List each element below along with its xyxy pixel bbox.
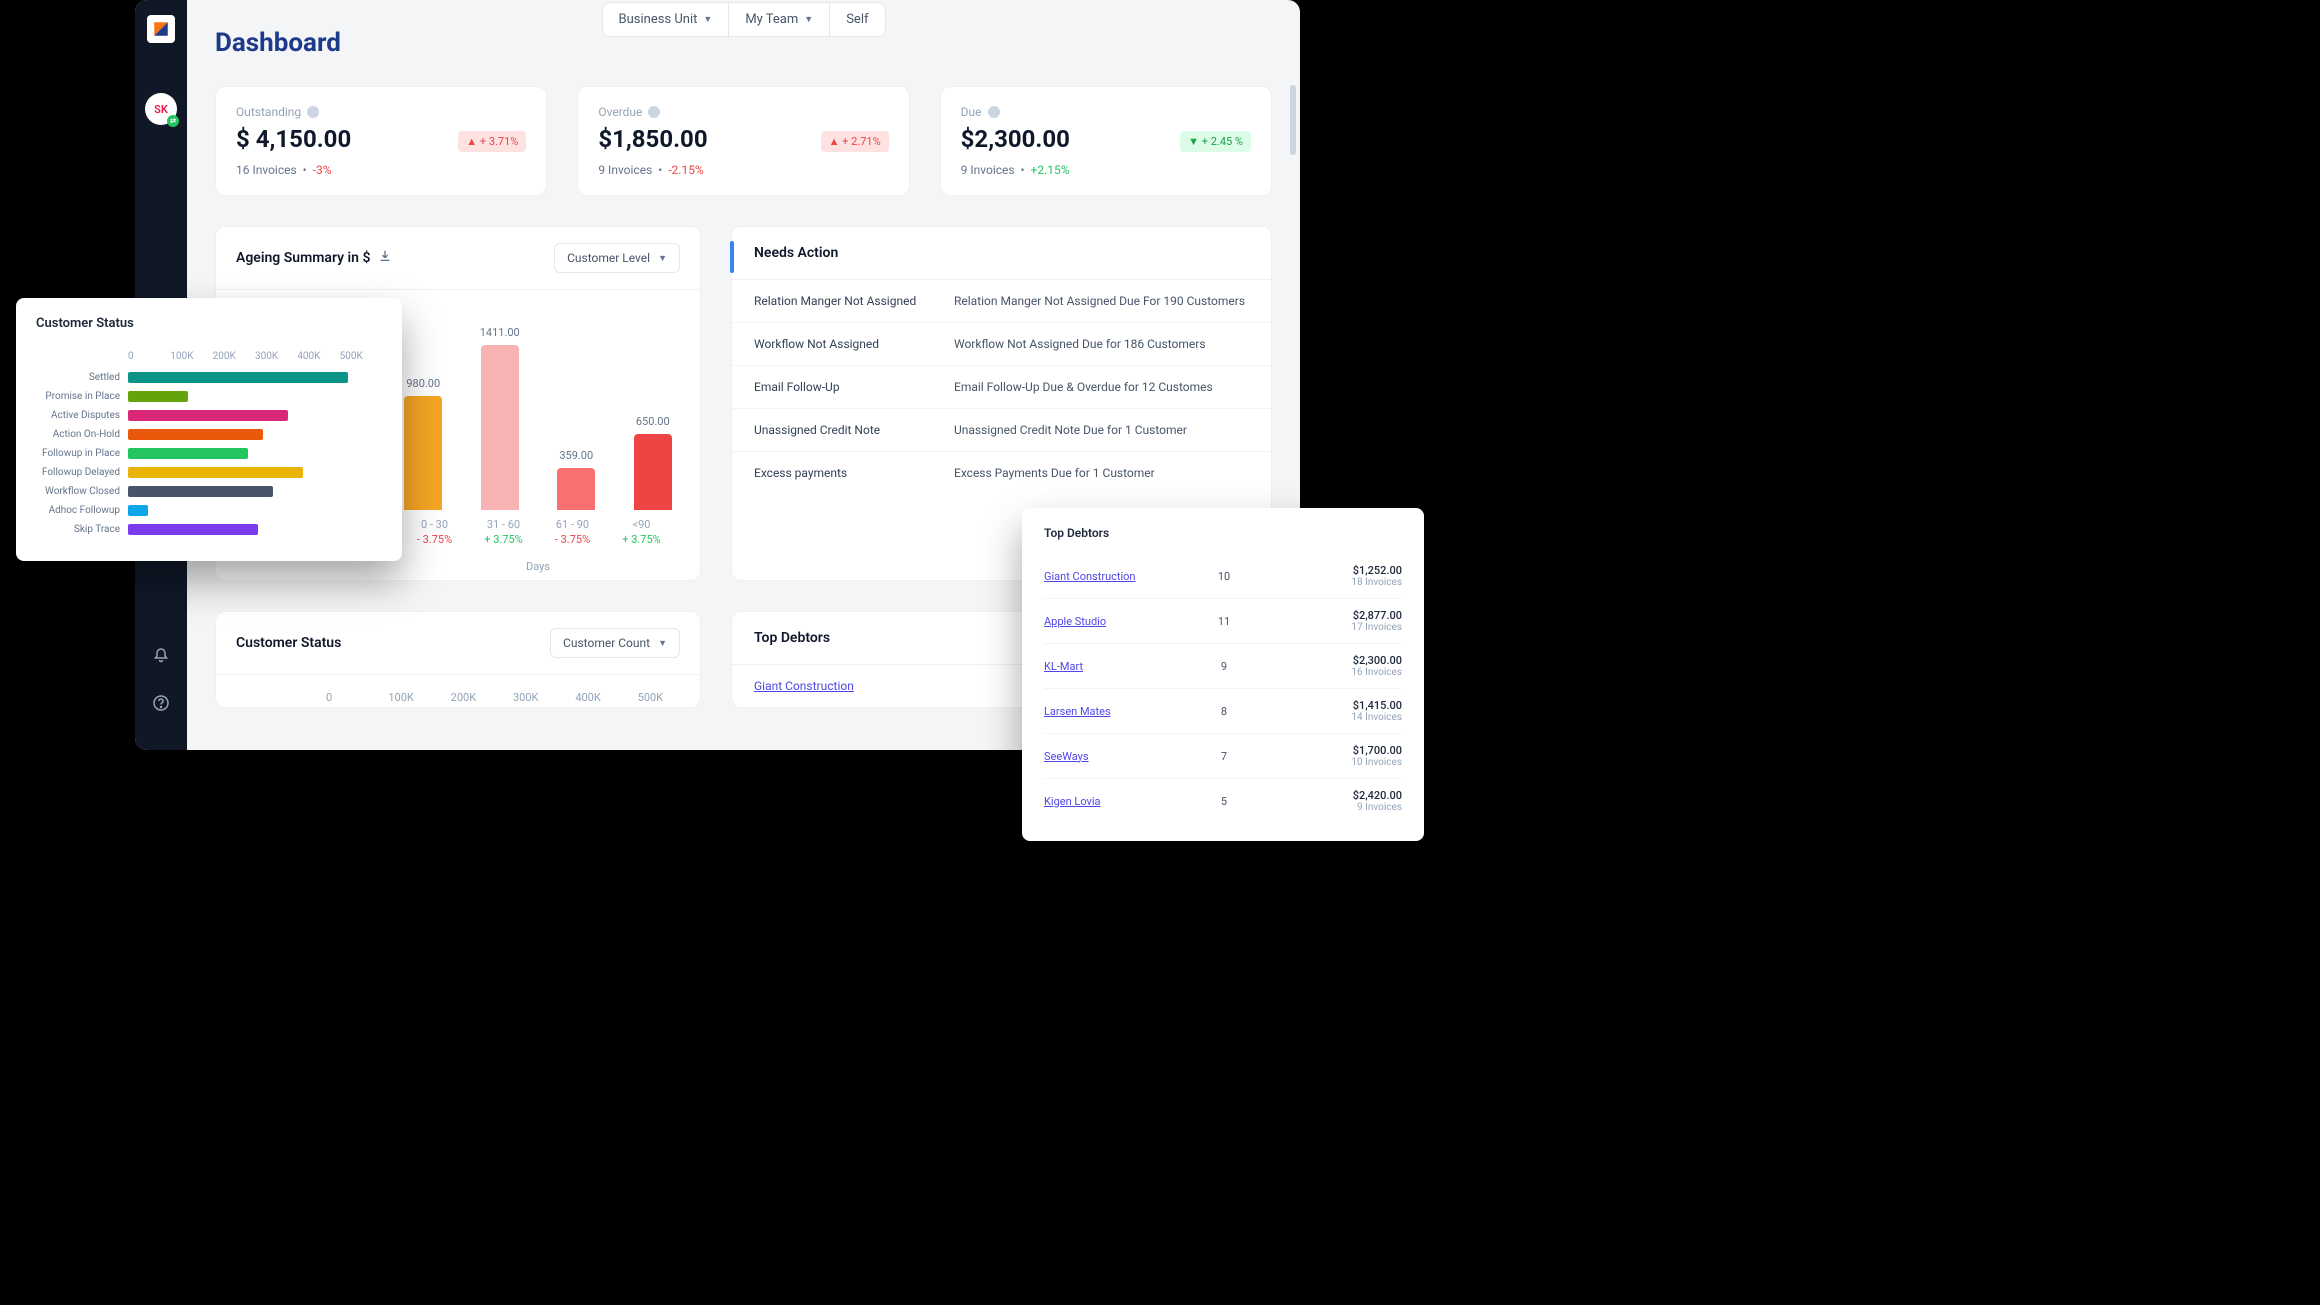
action-row[interactable]: Relation Manger Not Assigned Relation Ma… [732,280,1271,323]
bar-label: <90+ 3.75% [607,518,676,546]
bar: 980.00 [400,377,447,510]
tab-self[interactable]: Self [830,3,884,36]
debtor-row: Giant Construction 10 $1,252.00 18 Invoi… [1044,554,1402,599]
tab-business-unit[interactable]: Business Unit▼ [603,3,730,36]
summary-card: Due $2,300.00 9 Invoices • +2.15% ▼ + 2.… [940,86,1272,196]
user-avatar[interactable]: SK ⇄ [145,93,177,125]
ageing-title: Ageing Summary in $ [236,249,392,267]
info-icon[interactable] [988,106,1000,118]
help-icon[interactable] [153,695,169,715]
customer-status-select[interactable]: Customer Count▼ [550,628,680,658]
summary-card: Outstanding $ 4,150.00 16 Invoices • -3%… [215,86,547,196]
hbar-row: Followup in Place [36,448,382,459]
hbar-row: Action On-Hold [36,429,382,440]
info-icon[interactable] [648,106,660,118]
bell-icon[interactable] [153,647,169,667]
bar-label: 31 - 60+ 3.75% [469,518,538,546]
card-amount: $ 4,150.00 [236,125,351,153]
app-logo[interactable] [147,15,175,43]
trend-badge: ▼ + 2.45 % [1180,131,1251,152]
hbar-row: Followup Delayed [36,467,382,478]
x-axis-label: Days [240,560,676,573]
scope-tabs: Business Unit▼ My Team▼ Self [602,2,886,37]
top-debtors-overlay: Top Debtors Giant Construction 10 $1,252… [1022,508,1424,841]
action-row[interactable]: Unassigned Credit Note Unassigned Credit… [732,409,1271,452]
debtor-link[interactable]: SeeWays [1044,750,1194,763]
hbar-row: Workflow Closed [36,486,382,497]
hbar-row: Promise in Place [36,391,382,402]
trend-badge: ▲ + 2.71% [821,131,889,152]
card-sub: 16 Invoices • -3% [236,163,351,177]
bar: 650.00 [630,415,677,510]
card-sub: 9 Invoices • +2.15% [961,163,1070,177]
chevron-down-icon: ▼ [658,638,667,649]
card-label: Due [961,105,1070,119]
debtor-row: Larsen Mates 8 $1,415.00 14 Invoices [1044,689,1402,734]
bar: 359.00 [553,449,600,510]
overlay-title: Customer Status [36,316,382,331]
debtor-link[interactable]: Giant Construction [754,679,854,693]
download-icon[interactable] [378,249,392,267]
debtor-link[interactable]: Apple Studio [1044,615,1194,628]
customer-status-overlay: Customer Status 0100K200K300K400K500K Se… [16,298,402,561]
customer-status-title: Customer Status [236,635,341,651]
debtor-row: Kigen Lovia 5 $2,420.00 9 Invoices [1044,779,1402,823]
debtor-link[interactable]: Larsen Mates [1044,705,1194,718]
bar: 1411.00 [477,326,524,510]
chevron-down-icon: ▼ [658,253,667,264]
card-amount: $1,850.00 [598,125,707,153]
action-row[interactable]: Email Follow-Up Email Follow-Up Due & Ov… [732,366,1271,409]
card-sub: 9 Invoices • -2.15% [598,163,707,177]
debtor-link[interactable]: Giant Construction [1044,570,1194,583]
customer-status-panel: Customer Status Customer Count▼ 0100K200… [215,611,701,708]
scrollbar[interactable] [1290,85,1296,155]
chevron-down-icon: ▼ [703,14,712,25]
debtor-row: Apple Studio 11 $2,877.00 17 Invoices [1044,599,1402,644]
hbar-row: Active Disputes [36,410,382,421]
debtor-row: KL-Mart 9 $2,300.00 16 Invoices [1044,644,1402,689]
needs-title: Needs Action [754,245,1249,261]
overlay-title: Top Debtors [1044,526,1402,540]
debtor-row: SeeWays 7 $1,700.00 10 Invoices [1044,734,1402,779]
hbar-row: Skip Trace [36,524,382,535]
chevron-down-icon: ▼ [804,14,813,25]
info-icon[interactable] [307,106,319,118]
card-label: Overdue [598,105,707,119]
bar-label: 0 - 30- 3.75% [400,518,469,546]
summary-cards: Outstanding $ 4,150.00 16 Invoices • -3%… [215,86,1272,196]
trend-badge: ▲ + 3.71% [458,131,526,152]
hbar-row: Adhoc Followup [36,505,382,516]
debtor-link[interactable]: KL-Mart [1044,660,1194,673]
action-row[interactable]: Excess payments Excess Payments Due for … [732,452,1271,494]
hbar-row: Settled [36,372,382,383]
ageing-select[interactable]: Customer Level▼ [554,243,680,273]
card-amount: $2,300.00 [961,125,1070,153]
debtor-link[interactable]: Kigen Lovia [1044,795,1194,808]
swap-icon: ⇄ [167,115,179,127]
avatar-initials: SK [154,103,168,116]
tab-my-team[interactable]: My Team▼ [729,3,830,36]
summary-card: Overdue $1,850.00 9 Invoices • -2.15% ▲ … [577,86,909,196]
action-row[interactable]: Workflow Not Assigned Workflow Not Assig… [732,323,1271,366]
card-label: Outstanding [236,105,351,119]
bar-label: 61 - 90- 3.75% [538,518,607,546]
